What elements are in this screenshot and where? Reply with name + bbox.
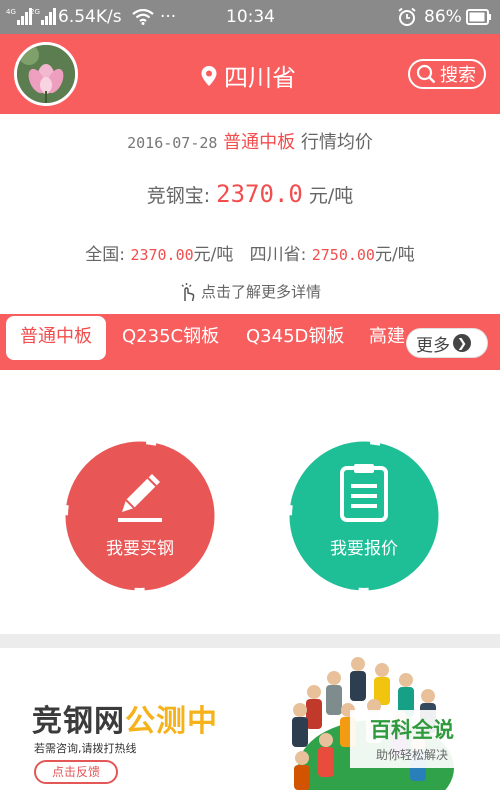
- pencil-icon: [118, 474, 162, 522]
- buy-steel-label: 我要买钢: [106, 539, 174, 559]
- tab-q235c-plate[interactable]: Q235C钢板: [122, 314, 219, 360]
- banner-subtitle: 若需咨询,请拨打热线: [34, 742, 137, 755]
- signal-icon-2: 2G: [30, 8, 57, 25]
- location-label: 四川省: [224, 64, 296, 92]
- avatar[interactable]: [14, 42, 78, 106]
- detail-link-label: 点击了解更多详情: [200, 283, 321, 301]
- clipboard-icon: [340, 464, 388, 522]
- lotus-avatar-image: [17, 45, 75, 103]
- quote-price-button[interactable]: 我要报价: [289, 441, 439, 591]
- search-icon: [416, 64, 436, 84]
- location-selector[interactable]: 四川省: [200, 58, 296, 93]
- battery-percent: 86%: [424, 7, 462, 27]
- province-value: 2750.00: [311, 246, 375, 264]
- national-value: 2370.00: [130, 246, 194, 264]
- watermark-subtitle: 助你轻松解决: [375, 748, 448, 762]
- watermark-title: 百科全说: [370, 718, 454, 742]
- search-label: 搜索: [440, 65, 476, 86]
- chevron-right-icon: ❯: [453, 334, 471, 352]
- detail-link[interactable]: 点击了解更多详情: [0, 281, 500, 302]
- alarm-icon: [398, 7, 416, 26]
- network-speed: 6.54K/s: [58, 7, 122, 27]
- watermark: 百科全说 助你轻松解决: [350, 710, 474, 768]
- status-bar: 4G 2G 6.54K/s ··· 10:34 86%: [0, 0, 500, 34]
- header: 四川省 搜索: [0, 34, 500, 114]
- signal-icon: 4G: [6, 8, 33, 25]
- clock: 10:34: [226, 7, 275, 27]
- province-label: 四川省:: [249, 245, 307, 265]
- jgb-unit: 元/吨: [308, 185, 354, 207]
- national-label: 全国:: [85, 245, 126, 265]
- tab-normal-plate[interactable]: 普通中板: [6, 316, 106, 360]
- promo-banner[interactable]: 竞钢网公测中 若需咨询,请拨打热线 点击反馈 百科全说 助你轻松解决: [0, 648, 500, 790]
- wifi-icon: [132, 9, 154, 25]
- status-dots: ···: [160, 7, 177, 27]
- comparison-price-line: 全国: 2370.00元/吨 四川省: 2750.00元/吨: [0, 240, 500, 265]
- hand-tap-icon: [181, 282, 195, 301]
- location-pin-icon: [201, 65, 217, 86]
- banner-title: 竞钢网公测中: [32, 696, 218, 740]
- market-suffix: 行情均价: [300, 132, 373, 153]
- national-unit: 元/吨: [193, 245, 234, 265]
- banner-title-highlight: 公测中: [125, 704, 218, 739]
- market-date: 2016-07-28: [127, 134, 218, 152]
- province-unit: 元/吨: [374, 245, 415, 265]
- jgb-label: 竞钢宝:: [146, 185, 211, 207]
- more-tabs-button[interactable]: 更多 ❯: [406, 328, 488, 358]
- buy-steel-button[interactable]: 我要买钢: [65, 441, 215, 591]
- section-divider: [0, 634, 500, 648]
- jgb-value: 2370.0: [216, 180, 303, 208]
- quote-price-label: 我要报价: [330, 539, 398, 559]
- search-button[interactable]: 搜索: [408, 59, 486, 89]
- more-label: 更多: [416, 335, 450, 356]
- tab-q345d-plate[interactable]: Q345D钢板: [246, 314, 344, 360]
- jgb-price-line: 竞钢宝: 2370.0 元/吨: [0, 180, 500, 208]
- battery-icon: [466, 9, 491, 25]
- network-type-label: 4G: [6, 8, 16, 16]
- network-type-label-2: 2G: [30, 8, 40, 16]
- tab-high-building[interactable]: 高建: [369, 314, 405, 360]
- feedback-button[interactable]: 点击反馈: [34, 760, 118, 784]
- category-tabs: 普通中板 Q235C钢板 Q345D钢板 高建 更多 ❯: [0, 314, 500, 370]
- banner-title-main: 竞钢网: [32, 704, 125, 739]
- market-summary-line: 2016-07-28 普通中板 行情均价: [0, 128, 500, 154]
- market-product: 普通中板: [223, 132, 296, 153]
